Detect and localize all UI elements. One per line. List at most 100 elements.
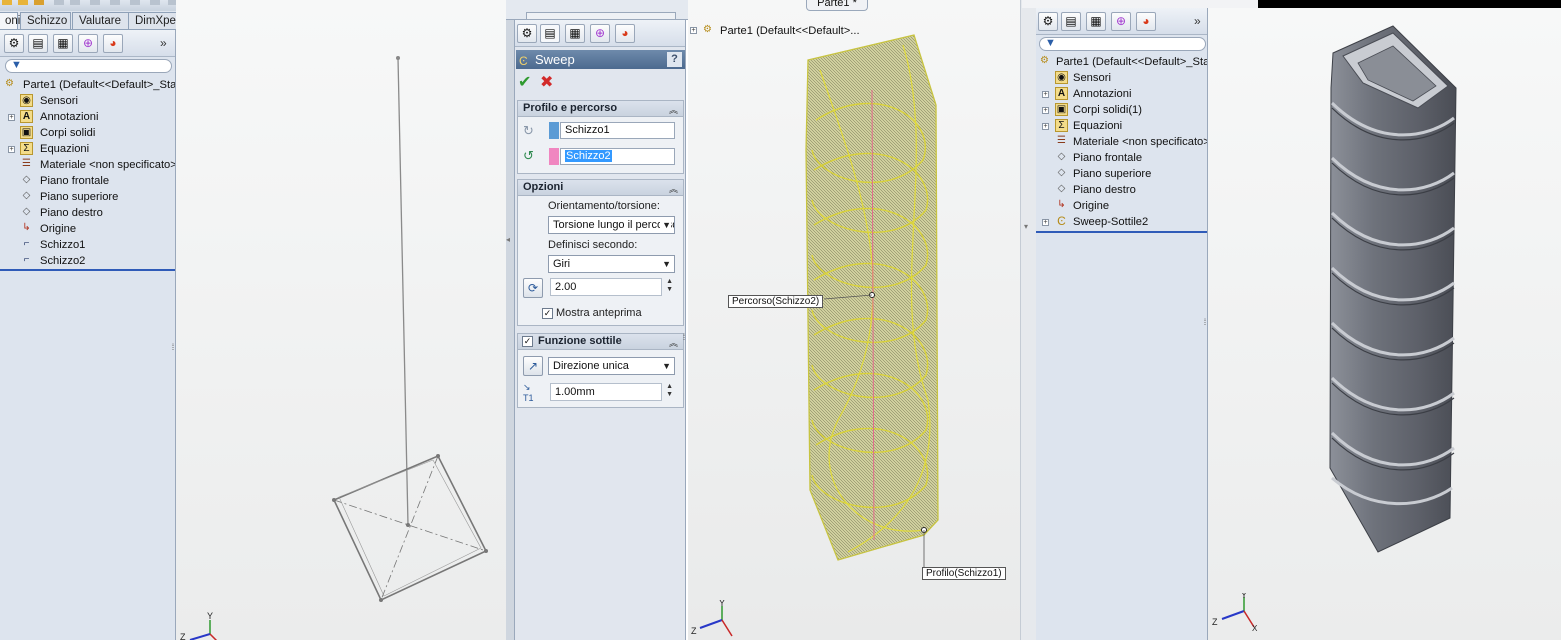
triad-y-label: Y: [207, 611, 213, 621]
plane-icon: ◇: [1057, 183, 1066, 194]
turns-input[interactable]: 2.00 ▲ ▼: [550, 278, 673, 296]
property-manager-icon[interactable]: ▤: [28, 34, 48, 53]
black-strip: [1258, 0, 1561, 8]
sweep-solid-body: [1329, 25, 1457, 553]
manager-tabs-strip: ⚙ ▤ ▦ ⊕ ◕: [515, 20, 685, 47]
pm-header: Ͼ Sweep ?: [516, 50, 685, 69]
expand-icon[interactable]: +: [1042, 91, 1049, 98]
command-manager-tabs: oni Schizzo Valutare DimXpert: [0, 11, 186, 30]
thin-type-dropdown[interactable]: Direzione unica ▼: [548, 357, 675, 375]
profile-color-swatch: [549, 122, 559, 139]
splitter-handle-icon[interactable]: ⁞: [681, 325, 685, 349]
spinner-arrows-icon: ▲ ▼: [666, 278, 673, 293]
dimxpert-manager-icon[interactable]: ⊕: [590, 24, 610, 43]
show-preview-label: Mostra anteprima: [556, 307, 642, 319]
tree-filter[interactable]: ▼: [1039, 37, 1206, 51]
define-by-dropdown[interactable]: Giri ▼: [548, 255, 675, 273]
rollback-bar[interactable]: [0, 269, 175, 271]
part-icon: ⚙: [5, 78, 14, 89]
profile-selection-field[interactable]: Schizzo1: [560, 122, 675, 139]
display-manager-icon[interactable]: ◕: [615, 24, 635, 43]
dimxpert-manager-icon[interactable]: ⊕: [1111, 12, 1131, 31]
thickness-icon: ↘ T1: [523, 382, 534, 403]
triad-z-label: Z: [180, 632, 186, 640]
define-by-label: Definisci secondo:: [548, 239, 638, 251]
collapse-icon[interactable]: ︽: [669, 336, 678, 349]
reverse-direction-icon[interactable]: ⟳: [523, 278, 543, 298]
dropdown-arrow-icon: ▼: [662, 259, 671, 269]
viewport-scrollbar[interactable]: ▾: [1020, 0, 1036, 640]
group-header[interactable]: ✓ Funzione sottile ︽: [518, 334, 683, 350]
orientation-dropdown[interactable]: Torsione lungo il percorso ▼: [548, 216, 675, 234]
plane-icon: ◇: [22, 190, 31, 201]
feature-manager-icon[interactable]: ⚙: [517, 24, 537, 43]
group-thin-feature: ✓ Funzione sottile ︽ ↗ Direzione unica ▼ …: [517, 333, 684, 408]
cancel-x-icon[interactable]: ✖: [540, 72, 553, 92]
ok-check-icon[interactable]: ✔: [518, 72, 531, 92]
tab-sketch[interactable]: Schizzo: [20, 12, 71, 29]
path-callout[interactable]: Percorso(Schizzo2): [728, 295, 824, 308]
rollback-bar[interactable]: [1036, 231, 1207, 233]
feature-manager-icon[interactable]: ⚙: [1038, 12, 1058, 31]
triad-x-label: X: [1252, 624, 1258, 633]
material-icon: ☰: [22, 158, 31, 169]
graphics-viewport-sketch[interactable]: Y Z: [176, 0, 506, 640]
collapse-icon[interactable]: ︽: [669, 182, 678, 195]
origin-icon: ↳: [22, 222, 31, 233]
feature-manager-tree-2: ⚙ ▤ ▦ ⊕ ◕ » ▼ ⚙ Parte1 (Default<<Default…: [1036, 8, 1208, 640]
tree-filter[interactable]: ▼: [5, 59, 172, 73]
path-selection-field[interactable]: Schizzo2: [560, 148, 675, 165]
configuration-manager-icon[interactable]: ▦: [565, 24, 585, 43]
equations-icon: Σ: [20, 142, 33, 155]
top-toolbar: [0, 0, 186, 11]
triad-y-label: Y: [1241, 593, 1247, 600]
graphics-viewport-preview[interactable]: + ⚙ Parte1 (Default<<Default>... Percors…: [688, 0, 1022, 640]
scroll-arrow-icon: ◂: [506, 235, 511, 244]
part-icon: ⚙: [1040, 55, 1049, 66]
feature-manager-tree-1: ⚙ ▤ ▦ ⊕ ◕ » ▼ ⚙ Parte1 (Default<<Default…: [0, 30, 176, 640]
display-manager-icon[interactable]: ◕: [103, 34, 123, 53]
expand-icon[interactable]: +: [8, 146, 15, 153]
property-manager-icon[interactable]: ▤: [1061, 12, 1081, 31]
path-icon: ↺: [523, 148, 534, 163]
tab-features[interactable]: oni: [0, 12, 20, 29]
group-header[interactable]: Opzioni ︽: [518, 180, 683, 196]
graphics-viewport-result[interactable]: Y Z X: [1208, 8, 1561, 640]
tab-evaluate[interactable]: Valutare: [72, 12, 129, 29]
thin-feature-checkbox[interactable]: ✓: [522, 336, 533, 347]
group-header[interactable]: Profilo e percorso ︽: [518, 101, 683, 117]
configuration-manager-icon[interactable]: ▦: [53, 34, 73, 53]
path-color-swatch: [549, 148, 559, 165]
orientation-label: Orientamento/torsione:: [548, 200, 660, 212]
profile-callout[interactable]: Profilo(Schizzo1): [922, 567, 1006, 580]
plane-icon: ◇: [22, 206, 31, 217]
expand-icon[interactable]: +: [1042, 107, 1049, 114]
sensor-icon: ◉: [20, 94, 33, 107]
manager-tabs-strip: ⚙ ▤ ▦ ⊕ ◕ »: [1036, 8, 1207, 35]
configuration-manager-icon[interactable]: ▦: [1086, 12, 1106, 31]
expand-panel-icon[interactable]: »: [160, 36, 167, 50]
profile-icon: ↻: [523, 123, 534, 138]
top-strip: [1022, 0, 1258, 8]
collapse-icon[interactable]: ︽: [669, 103, 678, 116]
feature-manager-icon[interactable]: ⚙: [4, 34, 24, 53]
annotation-icon: A: [20, 110, 33, 123]
display-manager-icon[interactable]: ◕: [1136, 12, 1156, 31]
filter-icon: ▼: [11, 59, 22, 71]
group-profile-path: Profilo e percorso ︽ ↻ Schizzo1 ↺ Schizz…: [517, 100, 684, 174]
origin-icon: ↳: [1057, 199, 1066, 210]
thickness-input[interactable]: 1.00mm ▲ ▼: [550, 383, 673, 401]
thin-direction-icon[interactable]: ↗: [523, 356, 543, 376]
property-manager-icon[interactable]: ▤: [540, 24, 560, 43]
plane-icon: ◇: [22, 174, 31, 185]
expand-icon[interactable]: +: [1042, 123, 1049, 130]
sensor-icon: ◉: [1055, 71, 1068, 84]
dropdown-arrow-icon: ▼: [662, 361, 671, 371]
expand-panel-icon[interactable]: »: [1194, 14, 1201, 28]
show-preview-checkbox[interactable]: ✓: [542, 308, 553, 319]
help-button[interactable]: ?: [667, 52, 682, 67]
expand-icon[interactable]: +: [8, 114, 15, 121]
dimxpert-manager-icon[interactable]: ⊕: [78, 34, 98, 53]
expand-icon[interactable]: +: [1042, 219, 1049, 226]
scroll-arrow-icon[interactable]: ▾: [1024, 222, 1028, 231]
